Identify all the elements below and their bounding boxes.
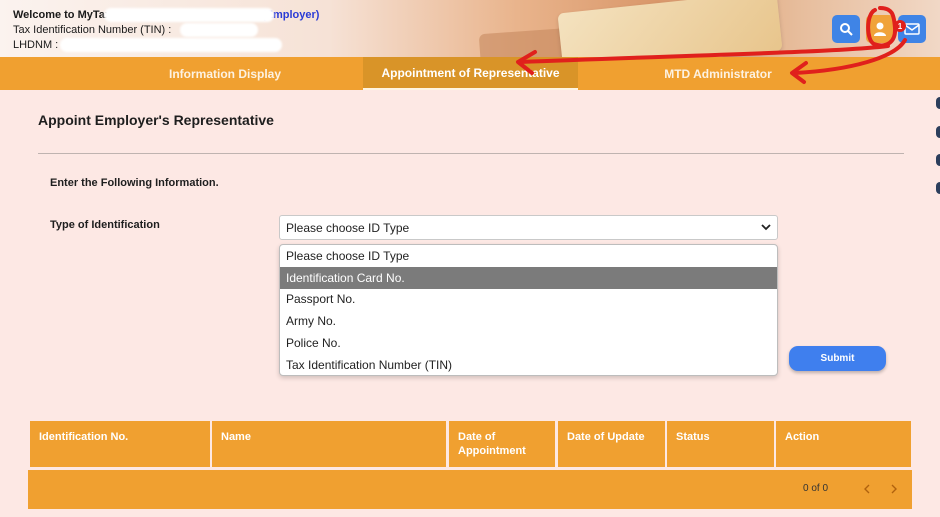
id-type-dropdown-list: Please choose ID Type Identification Car… (279, 244, 778, 376)
tab-information-display[interactable]: Information Display (80, 57, 370, 90)
column-header-name: Name (212, 421, 446, 467)
edge-element (936, 182, 940, 194)
next-page-button[interactable] (887, 482, 901, 496)
page-header: Welcome to MyTax (Employer) Tax Identifi… (0, 0, 940, 57)
edge-element (936, 97, 940, 109)
option-identification-card[interactable]: Identification Card No. (280, 266, 777, 289)
mail-icon (904, 23, 920, 35)
option-army[interactable]: Army No. (280, 310, 777, 332)
submit-button[interactable]: Submit (789, 346, 886, 371)
chevron-left-icon (864, 484, 870, 494)
banner-card-image (557, 0, 783, 57)
search-icon (840, 23, 853, 36)
tab-mtd-administrator[interactable]: MTD Administrator (578, 57, 858, 90)
redacted-lhdnm (60, 38, 282, 52)
divider (38, 153, 904, 154)
redacted-tin (180, 23, 258, 37)
profile-button[interactable] (866, 15, 894, 43)
previous-page-button[interactable] (860, 482, 874, 496)
welcome-prefix: Welcome to MyTax (13, 9, 112, 21)
edge-element (936, 154, 940, 166)
tab-appointment-of-representative[interactable]: Appointment of Representative (363, 57, 578, 90)
id-type-label: Type of Identification (50, 219, 160, 231)
column-header-identification-no: Identification No. (30, 421, 210, 467)
welcome-text: Welcome to MyTax (Employer) (13, 9, 319, 21)
chevron-right-icon (891, 484, 897, 494)
column-header-date-of-appointment: Date of Appointment (449, 421, 555, 467)
column-header-status: Status (667, 421, 774, 467)
edge-element (936, 126, 940, 138)
form-instruction: Enter the Following Information. (50, 177, 219, 189)
table-footer (28, 470, 912, 509)
id-type-selected-value: Please choose ID Type (286, 220, 410, 235)
option-passport[interactable]: Passport No. (280, 289, 777, 311)
user-icon (874, 22, 886, 36)
option-tin[interactable]: Tax Identification Number (TIN) (280, 354, 777, 375)
tin-label: Tax Identification Number (TIN) : (13, 24, 172, 36)
option-police[interactable]: Police No. (280, 332, 777, 354)
column-header-date-of-update: Date of Update (558, 421, 665, 467)
chevron-down-icon (761, 224, 771, 231)
notification-badge: 1 (894, 20, 906, 32)
lhdnm-label: LHDNM : (13, 39, 59, 51)
search-button[interactable] (832, 15, 860, 43)
page-title: Appoint Employer's Representative (38, 112, 274, 128)
pagination-info: 0 of 0 (803, 483, 829, 494)
column-header-action: Action (776, 421, 911, 467)
tab-bar: Information Display Appointment of Repre… (0, 57, 940, 90)
redacted-name (104, 8, 274, 22)
option-choose-id-type[interactable]: Please choose ID Type (280, 245, 777, 267)
id-type-select[interactable]: Please choose ID Type (279, 215, 778, 240)
